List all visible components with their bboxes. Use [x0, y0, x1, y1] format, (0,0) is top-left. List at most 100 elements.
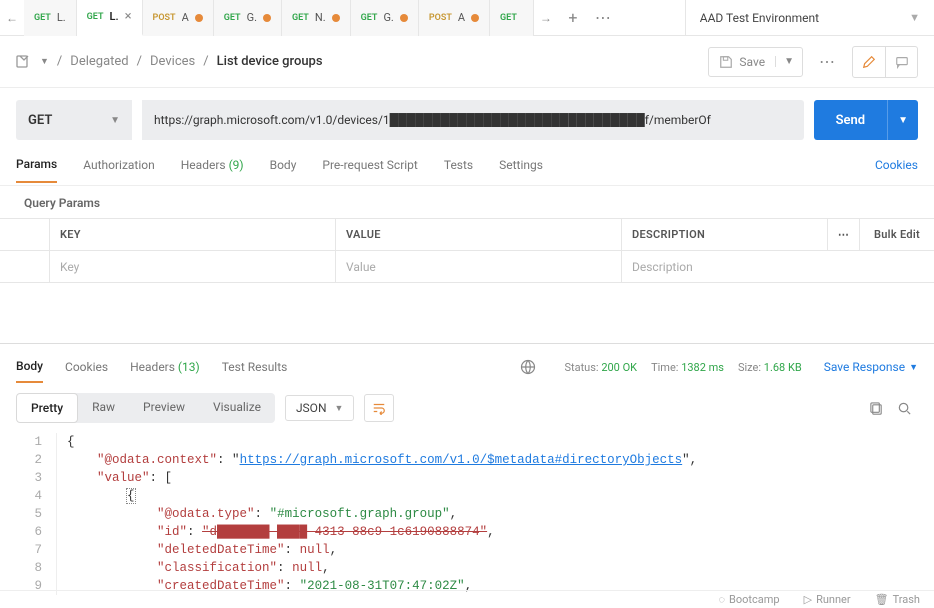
query-params-title: Query Params — [0, 186, 934, 218]
save-button[interactable]: Save ▼ — [708, 47, 803, 77]
resp-tab-test-results[interactable]: Test Results — [222, 352, 288, 382]
request-tab-2[interactable]: POST A — [143, 0, 214, 36]
size-label: Size: — [738, 361, 761, 374]
request-tab-1[interactable]: GET L. × — [77, 0, 143, 36]
footer-bar: ◌Bootcamp ▷Runner 🗑Trash — [0, 590, 934, 608]
copy-icon[interactable] — [862, 394, 890, 422]
query-params-row[interactable]: Key Value Description — [0, 251, 934, 283]
request-tab-6[interactable]: POST A — [419, 0, 490, 36]
query-params-table: KEY VALUE DESCRIPTION ⋯ Bulk Edit Key Va… — [0, 218, 934, 283]
tab-method: GET — [500, 13, 517, 23]
tabs-bar: ← GET L. GET L. × POST A GET G. GET N. G… — [0, 0, 934, 36]
tab-name: N. — [315, 11, 326, 24]
chevron-down-icon[interactable]: ▼ — [40, 56, 49, 67]
save-response-label: Save Response — [824, 360, 905, 374]
view-preview[interactable]: Preview — [129, 393, 199, 423]
wrap-lines-button[interactable] — [364, 394, 394, 422]
footer-runner[interactable]: ▷Runner — [804, 593, 851, 606]
network-icon[interactable] — [514, 353, 542, 381]
resp-headers-label: Headers — [130, 360, 175, 374]
comments-icon[interactable] — [885, 47, 917, 77]
format-label: JSON — [296, 401, 327, 415]
request-tab-7[interactable]: GET — [490, 0, 534, 36]
view-visualize[interactable]: Visualize — [199, 393, 275, 423]
chevron-down-icon: ▼ — [909, 11, 920, 24]
breadcrumb-sep: / — [57, 54, 62, 69]
qp-value-input[interactable]: Value — [336, 251, 622, 282]
chevron-down-icon: ▼ — [110, 115, 120, 126]
unsaved-dot-icon — [263, 14, 271, 22]
sub-header: ▼ / Delegated / Devices / List device gr… — [0, 36, 934, 88]
send-dropdown[interactable]: ▼ — [887, 100, 918, 140]
chevron-down-icon: ▼ — [335, 403, 344, 414]
tab-body[interactable]: Body — [270, 148, 297, 182]
tab-name: L. — [57, 11, 66, 24]
tab-headers[interactable]: Headers (9) — [181, 148, 244, 182]
resp-tab-headers[interactable]: Headers (13) — [130, 352, 200, 382]
tab-method: GET — [292, 13, 309, 23]
request-tab-4[interactable]: GET N. — [282, 0, 351, 36]
url-input[interactable] — [142, 100, 804, 140]
tab-authorization[interactable]: Authorization — [83, 148, 155, 182]
tab-headers-count: (9) — [229, 158, 244, 172]
tab-headers-label: Headers — [181, 158, 226, 172]
resp-tab-body[interactable]: Body — [16, 351, 43, 383]
format-select[interactable]: JSON ▼ — [285, 395, 354, 421]
resp-headers-count: (13) — [178, 360, 200, 374]
unsaved-dot-icon — [471, 14, 479, 22]
save-button-main[interactable]: Save — [709, 55, 775, 69]
tab-pre-request-script[interactable]: Pre-request Script — [322, 148, 417, 182]
sub-header-actions: Save ▼ ⋯ — [708, 46, 918, 78]
bulk-edit-button[interactable]: Bulk Edit — [860, 219, 934, 250]
tab-method: GET — [224, 13, 241, 23]
method-select[interactable]: GET ▼ — [16, 100, 132, 140]
qp-checkbox[interactable] — [0, 251, 50, 282]
tab-method: GET — [361, 13, 378, 23]
response-meta: Status: 200 OK Time: 1382 ms Size: 1.68 … — [564, 361, 801, 374]
qp-desc-input[interactable]: Description — [622, 251, 934, 282]
request-tab-3[interactable]: GET G. — [214, 0, 282, 36]
unsaved-dot-icon — [332, 14, 340, 22]
close-icon[interactable]: × — [125, 9, 132, 24]
more-actions-button[interactable]: ⋯ — [813, 52, 842, 71]
query-params-header: KEY VALUE DESCRIPTION ⋯ Bulk Edit — [0, 219, 934, 251]
tab-tests[interactable]: Tests — [444, 148, 473, 182]
qp-key-header: KEY — [50, 219, 336, 250]
tab-settings[interactable]: Settings — [499, 148, 543, 182]
view-raw[interactable]: Raw — [78, 393, 129, 423]
new-tab-button[interactable]: + — [558, 8, 588, 27]
view-pretty[interactable]: Pretty — [16, 393, 78, 423]
collection-icon[interactable] — [16, 54, 32, 70]
qp-actions-button[interactable]: ⋯ — [828, 219, 860, 250]
qp-value-header: VALUE — [336, 219, 622, 250]
qp-desc-header: DESCRIPTION — [622, 219, 828, 250]
breadcrumb-sep: / — [137, 54, 142, 69]
response-body-code[interactable]: 1{ 2 "@odata.context": "https://graph.mi… — [0, 433, 934, 595]
breadcrumb-item[interactable]: Devices — [150, 54, 195, 69]
environment-selector[interactable]: AAD Test Environment ▼ — [685, 0, 934, 36]
resp-tab-cookies[interactable]: Cookies — [65, 352, 108, 382]
edit-icon[interactable] — [853, 47, 885, 77]
qp-checkbox-col — [0, 219, 50, 250]
tabs-more-button[interactable]: ⋯ — [588, 8, 618, 27]
save-response-button[interactable]: Save Response ▼ — [824, 360, 918, 374]
environment-name: AAD Test Environment — [700, 11, 819, 25]
save-dropdown[interactable]: ▼ — [775, 56, 802, 67]
search-icon[interactable] — [890, 394, 918, 422]
footer-bootcamp[interactable]: ◌Bootcamp — [718, 593, 779, 606]
cookies-link[interactable]: Cookies — [875, 158, 918, 172]
chevron-down-icon: ▼ — [909, 362, 918, 373]
tab-name: A — [458, 11, 465, 24]
request-tab-5[interactable]: GET G. — [351, 0, 419, 36]
qp-key-input[interactable]: Key — [50, 251, 336, 282]
tab-params[interactable]: Params — [16, 147, 57, 183]
request-tab-0[interactable]: GET L. — [24, 0, 77, 36]
breadcrumb-item[interactable]: Delegated — [70, 54, 128, 69]
tab-name: G. — [247, 11, 257, 24]
tab-nav-next[interactable]: → — [534, 11, 558, 25]
footer-trash[interactable]: 🗑Trash — [875, 593, 920, 606]
tab-nav-prev[interactable]: ← — [0, 11, 24, 25]
request-tabs: Params Authorization Headers (9) Body Pr… — [0, 144, 934, 186]
tab-method: POST — [153, 13, 176, 23]
send-button[interactable]: Send — [814, 100, 888, 140]
